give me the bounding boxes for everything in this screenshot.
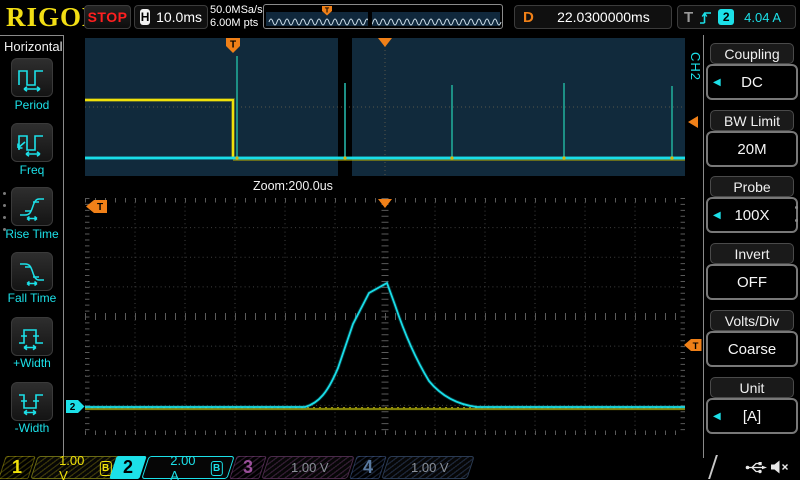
softkey-probe-label: Probe <box>710 176 794 197</box>
softkey-invert-label: Invert <box>710 243 794 264</box>
bw-limit-icon: B <box>210 460 224 475</box>
softkey-minus-width[interactable] <box>11 382 53 421</box>
channel-2-scale: 2.00 A <box>170 452 196 480</box>
softkey-invert[interactable]: OFF <box>706 264 798 300</box>
trigger-source-badge: 2 <box>718 9 735 25</box>
preview-trigger-position-icon: T <box>322 6 332 16</box>
menu-page-dot <box>3 228 6 231</box>
speaker-muted-icon <box>771 460 788 474</box>
bw-limit-value: 20M <box>737 140 767 158</box>
svg-text:T: T <box>693 341 699 352</box>
softkey-period-label: Period <box>14 98 50 112</box>
volts-div-value: Coarse <box>727 340 777 358</box>
svg-text:T: T <box>97 202 103 213</box>
preview-strip <box>266 12 502 26</box>
softkey-freq-label: Freq <box>19 163 45 177</box>
invert-value: OFF <box>737 273 767 291</box>
zoom-waveform-window: T <box>85 198 685 435</box>
timebase-value: 10.0ms <box>156 9 202 25</box>
plus-width-icon <box>19 328 43 350</box>
coupling-value: DC <box>741 73 763 91</box>
softkey-fall-time[interactable] <box>11 252 53 291</box>
softkey-fall-time-label: Fall Time <box>7 291 57 305</box>
horizontal-badge: H <box>140 9 151 25</box>
left-menu-top-border <box>0 35 64 36</box>
softkey-coupling-label: Coupling <box>710 43 794 64</box>
status-area-divider <box>708 455 718 479</box>
run-state-label: STOP <box>87 9 128 25</box>
softkey-plus-width-label: +Width <box>13 356 51 370</box>
probe-value: 100X <box>734 206 770 224</box>
waveform-preview-bar: T <box>263 4 503 29</box>
softkey-unit[interactable]: ◀ [A] <box>706 398 798 434</box>
softkey-plus-width[interactable] <box>11 317 53 356</box>
channel-4-scale: 1.00 V <box>411 460 449 475</box>
channel-4-status[interactable]: 1.00 V <box>381 456 475 479</box>
menu-page-dot <box>3 216 6 219</box>
softkey-rise-time-label: Rise Time <box>5 227 59 241</box>
timebase-indicator: H 10.0ms <box>134 5 208 29</box>
rising-edge-icon <box>700 11 712 24</box>
trigger-level-value: 4.04 A <box>744 9 782 25</box>
channel-1-scale: 1.00 V <box>59 452 85 480</box>
trigger-badge: T <box>684 8 694 26</box>
period-icon <box>18 69 43 92</box>
left-menu-title: Horizontal <box>4 39 63 54</box>
svg-text:T: T <box>325 8 330 15</box>
softkey-rise-time[interactable] <box>11 187 53 226</box>
preview-waveform <box>268 12 502 26</box>
minus-width-icon <box>19 393 43 415</box>
menu-page-dot <box>3 204 6 207</box>
memory-depth: 6.00M pts <box>210 16 259 29</box>
channel-3-scale: 1.00 V <box>291 460 329 475</box>
softkey-volts-div[interactable]: Coarse <box>706 331 798 367</box>
main-trigger-level-marker <box>687 115 698 129</box>
delay-indicator: D 22.0300000ms <box>514 5 672 29</box>
menu-page-dot <box>795 219 798 222</box>
left-arrow-icon: ◀ <box>713 76 721 88</box>
left-arrow-icon: ◀ <box>713 209 721 221</box>
softkey-coupling[interactable]: ◀ DC <box>706 64 798 100</box>
delay-value: 22.0300000ms <box>557 9 650 25</box>
frequency-icon <box>17 134 43 157</box>
acquisition-info: 50.0MSa/s 6.00M pts <box>210 4 263 29</box>
right-menu-left-border <box>703 35 704 458</box>
softkey-period[interactable] <box>11 58 53 97</box>
trigger-status: T 2 4.04 A <box>677 5 796 29</box>
softkey-probe[interactable]: ◀ 100X <box>706 197 798 233</box>
softkey-bw-limit[interactable]: 20M <box>706 131 798 167</box>
ch2-ground-marker: 2 <box>66 400 85 413</box>
svg-text:T: T <box>230 40 236 51</box>
unit-value: [A] <box>742 407 762 425</box>
delay-badge: D <box>523 8 534 26</box>
softkey-minus-width-label: -Width <box>14 421 50 435</box>
main-waveform-window: T <box>85 38 685 176</box>
svg-text:2: 2 <box>70 402 76 413</box>
channel-3-status[interactable]: 1.00 V <box>261 456 355 479</box>
sample-rate: 50.0MSa/s <box>210 4 263 16</box>
zoom-scale-label: Zoom:200.0us <box>253 179 333 193</box>
run-state-button[interactable]: STOP <box>84 5 131 29</box>
rise-time-icon <box>20 197 44 221</box>
softkey-volts-div-label: Volts/Div <box>710 310 794 331</box>
oscilloscope-screen: RIGOL STOP H 10.0ms 50.0MSa/s 6.00M pts … <box>0 0 800 480</box>
right-menu-channel-label: CH2 <box>688 52 703 82</box>
usb-icon <box>745 462 767 474</box>
menu-page-dot <box>3 192 6 195</box>
left-arrow-icon: ◀ <box>713 410 721 422</box>
menu-page-dot <box>795 206 798 209</box>
channel-2-status[interactable]: 2.00 A B <box>141 452 235 480</box>
zoom-trigger-level-marker: T <box>684 339 702 352</box>
fall-time-icon <box>20 262 44 286</box>
softkey-freq[interactable] <box>11 123 53 162</box>
softkey-unit-label: Unit <box>710 377 794 398</box>
softkey-bw-limit-label: BW Limit <box>710 110 794 131</box>
